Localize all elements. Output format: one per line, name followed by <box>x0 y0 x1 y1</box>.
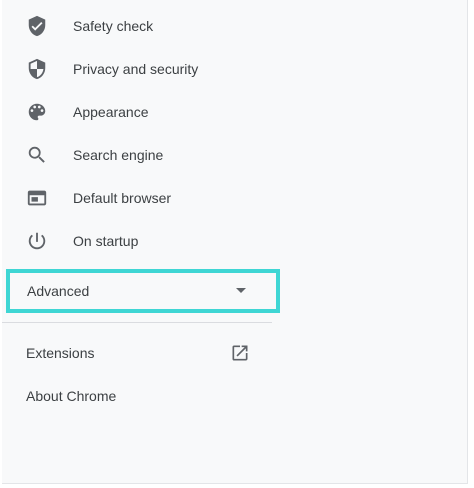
browser-window-icon <box>26 187 48 209</box>
advanced-section-toggle[interactable]: Advanced <box>6 269 280 313</box>
search-icon <box>26 144 48 166</box>
palette-icon <box>26 101 48 123</box>
arrow-drop-down-icon <box>236 288 246 293</box>
extensions-label: Extensions <box>26 345 95 361</box>
about-chrome-link[interactable]: About Chrome <box>2 378 272 414</box>
nav-item-label: Privacy and security <box>73 61 199 77</box>
nav-item-search-engine[interactable]: Search engine <box>2 135 292 175</box>
shield-icon <box>26 58 48 80</box>
nav-item-appearance[interactable]: Appearance <box>2 92 292 132</box>
divider <box>2 322 272 323</box>
nav-item-safety-check[interactable]: Safety check <box>2 6 292 46</box>
open-in-new-icon <box>230 343 250 363</box>
extensions-link[interactable]: Extensions <box>2 335 272 371</box>
advanced-label: Advanced <box>27 283 90 299</box>
nav-item-on-startup[interactable]: On startup <box>2 221 292 261</box>
nav-item-label: Appearance <box>73 104 149 120</box>
shield-check-icon <box>26 15 48 37</box>
nav-item-label: On startup <box>73 233 139 249</box>
nav-item-label: Default browser <box>73 190 172 206</box>
power-icon <box>26 230 48 252</box>
nav-item-default-browser[interactable]: Default browser <box>2 178 292 218</box>
nav-item-privacy-and-security[interactable]: Privacy and security <box>2 49 292 89</box>
nav-item-label: Search engine <box>73 147 164 163</box>
settings-sidebar: Safety check Privacy and security Appear… <box>2 0 468 484</box>
about-chrome-label: About Chrome <box>26 388 117 404</box>
nav-item-label: Safety check <box>73 18 154 34</box>
